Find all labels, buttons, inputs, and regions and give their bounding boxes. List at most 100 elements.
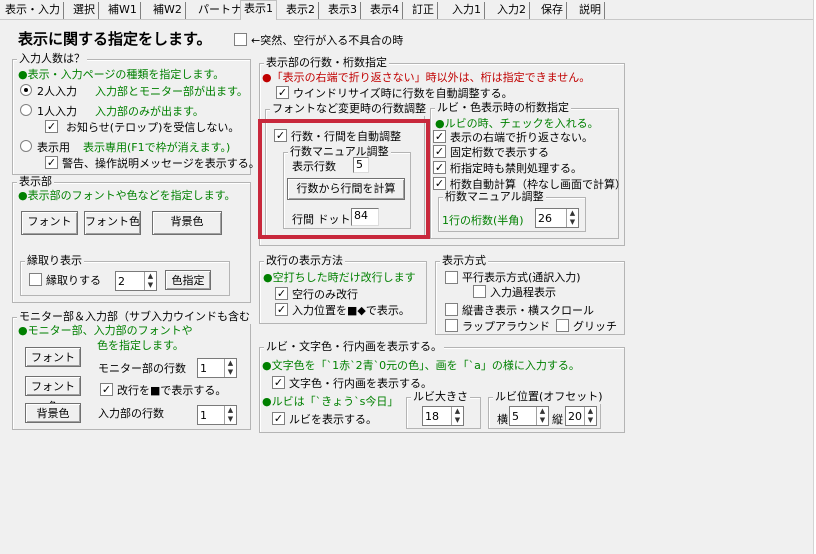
per-line-stepper[interactable]: 26 ▲ ▼ [535, 208, 579, 228]
lines-cols-desc: ●「表示の右端で折り返さない」時以外は、桁は指定できません。 [262, 69, 590, 85]
wraparound-checkbox[interactable] [445, 319, 458, 332]
process-checkbox[interactable] [473, 285, 486, 298]
fixed-cols-checkbox[interactable]: ✓ [433, 145, 446, 158]
window-resize-checkbox[interactable]: ✓ [276, 86, 289, 99]
tab-partner[interactable]: パートナ [195, 2, 246, 19]
ruby-size-label: ルビ大きさ [411, 390, 470, 404]
radio-two-person[interactable] [20, 84, 32, 96]
ruby-y-label: 縦 [552, 413, 563, 426]
display-only-desc: 表示専用(F1で枠が消えます。) [83, 141, 231, 154]
ruby-color-desc: ●文字色を「`1赤`2青`0元の色」、画を「`a」の様に入力する。 [262, 359, 580, 372]
glitch-checkbox[interactable] [234, 33, 247, 46]
process-label: 入力過程表示 [490, 286, 556, 299]
parallel-label: 平行表示方式(通訳入力) [462, 271, 581, 284]
tab-select[interactable]: 選択 [70, 2, 99, 19]
fixed-cols-label: 固定桁数で表示する [450, 146, 549, 159]
ruby-size-stepper[interactable]: 18 ▲ ▼ [422, 406, 464, 426]
tab-input1[interactable]: 入力1 [449, 2, 485, 19]
per-line-value: 26 [538, 212, 552, 225]
tab-help[interactable]: 説明 [576, 2, 605, 19]
tab-save[interactable]: 保存 [538, 2, 567, 19]
tab-display3[interactable]: 表示3 [325, 2, 361, 19]
input-count-desc: ●表示・入力ページの種類を指定します。 [18, 68, 225, 81]
input-lines-value: 1 [200, 409, 207, 422]
telop-checkbox[interactable]: ✓ [45, 120, 58, 133]
kinsoku-checkbox[interactable]: ✓ [433, 161, 446, 174]
warning-checkbox[interactable]: ✓ [45, 156, 58, 169]
display-font-button[interactable]: フォント [21, 211, 78, 235]
font-change-label: フォントなど変更時の行数調整 [270, 102, 428, 116]
stepper-arrows-icon[interactable]: ▲ ▼ [536, 407, 548, 425]
marker-label: 入力位置を■◆で表示。 [292, 304, 410, 317]
monitor-desc-2: 色を指定します。 [97, 339, 184, 352]
stepper-arrows-icon[interactable]: ▲ ▼ [584, 407, 596, 425]
glitch-mode-checkbox[interactable] [556, 319, 569, 332]
ruby-x-stepper[interactable]: 5 ▲ ▼ [509, 406, 549, 426]
page-title: 表示に関する指定をします。 [18, 30, 212, 48]
ruby-group-label: ルビ・文字色・行内画を表示する。 [264, 340, 444, 354]
window-resize-label: ウインドリサイズ時に行数を自動調整する。 [293, 87, 513, 100]
lines-cols-label: 表示部の行数・桁数指定 [264, 56, 389, 70]
monitor-lines-stepper[interactable]: 1 ▲ ▼ [197, 358, 237, 378]
marker-checkbox[interactable]: ✓ [275, 303, 288, 316]
tab-display2[interactable]: 表示2 [283, 2, 319, 19]
newline-desc: ●空打ちした時だけ改行します [263, 271, 416, 284]
tab-display1[interactable]: 表示1 [240, 0, 277, 20]
border-checkbox[interactable] [29, 273, 42, 286]
radio-display-only-label: 表示用 [37, 141, 70, 154]
two-person-desc: 入力部とモニター部が出ます。 [95, 85, 248, 98]
ruby-cols-label: ルビ・色表示時の桁数指定 [435, 101, 571, 115]
input-lines-label: 入力部の行数 [98, 407, 164, 420]
input-lines-stepper[interactable]: 1 ▲ ▼ [197, 405, 237, 425]
kinsoku-label: 桁指定時も禁則処理する。 [450, 162, 582, 175]
input-count-label: 入力人数は？ [17, 52, 87, 66]
radio-display-only[interactable] [20, 140, 32, 152]
stepper-arrows-icon[interactable]: ▲ ▼ [451, 407, 463, 425]
stepper-arrows-icon[interactable]: ▲ ▼ [566, 209, 578, 227]
stepper-arrows-icon[interactable]: ▲ ▼ [144, 272, 156, 290]
ruby-offset-label: ルビ位置(オフセット) [493, 390, 605, 404]
radio-two-person-label: 2人入力 [37, 85, 77, 98]
lines-cols-desc-text: ●「表示の右端で折り返さない」時以外は、桁は指定できません。 [262, 71, 591, 84]
ruby-x-value: 5 [512, 410, 519, 423]
ruby-display-checkbox[interactable]: ✓ [272, 412, 285, 425]
tab-sub-w1[interactable]: 補W1 [105, 2, 141, 19]
no-wrap-label: 表示の右端で折り返さない。 [450, 131, 593, 144]
vertical-checkbox[interactable] [445, 303, 458, 316]
tab-sub-w2[interactable]: 補W2 [150, 2, 186, 19]
ruby-y-stepper[interactable]: 20 ▲ ▼ [565, 406, 597, 426]
per-line-label: 1行の桁数(半角) [442, 214, 524, 227]
tab-display4[interactable]: 表示4 [367, 2, 403, 19]
newline-marker-checkbox[interactable]: ✓ [100, 383, 113, 396]
color-display-label: 文字色・行内画を表示する。 [289, 377, 432, 390]
monitor-font-color-button[interactable]: フォント色 [25, 376, 81, 413]
telop-label: お知らせ(テロップ)を受信しない。 [66, 121, 240, 134]
border-group-label: 縁取り表示 [25, 254, 84, 268]
border-width-stepper[interactable]: 2 ▲ ▼ [115, 271, 157, 291]
monitor-lines-label: モニター部の行数 [98, 362, 186, 375]
wraparound-label: ラップアラウンド [462, 320, 550, 333]
stepper-arrows-icon[interactable]: ▲ ▼ [224, 406, 236, 424]
display-background-button[interactable]: 背景色 [152, 211, 222, 235]
auto-calc-checkbox[interactable]: ✓ [433, 177, 446, 190]
stepper-arrows-icon[interactable]: ▲ ▼ [224, 359, 236, 377]
empty-only-checkbox[interactable]: ✓ [275, 287, 288, 300]
color-display-checkbox[interactable]: ✓ [272, 376, 285, 389]
warning-label: 警告、操作説明メッセージを表示する。 [62, 157, 260, 170]
tab-correction[interactable]: 訂正 [409, 2, 438, 19]
empty-only-label: 空行のみ改行 [292, 288, 358, 301]
vertical-label: 縦書き表示・横スクロール [462, 304, 594, 317]
monitor-lines-value: 1 [200, 362, 207, 375]
tab-display-input[interactable]: 表示・入力 [2, 2, 64, 19]
monitor-font-button[interactable]: フォント [25, 347, 81, 367]
highlight-frame [258, 119, 430, 239]
border-check-label: 縁取りする [46, 274, 101, 287]
border-color-button[interactable]: 色指定 [165, 270, 211, 290]
no-wrap-checkbox[interactable]: ✓ [433, 130, 446, 143]
parallel-checkbox[interactable] [445, 271, 458, 284]
display-font-color-button[interactable]: フォント色 [84, 211, 141, 235]
radio-one-person[interactable] [20, 104, 32, 116]
ruby-size-value: 18 [425, 410, 439, 423]
tab-input2[interactable]: 入力2 [494, 2, 530, 19]
monitor-background-button[interactable]: 背景色 [25, 403, 81, 423]
